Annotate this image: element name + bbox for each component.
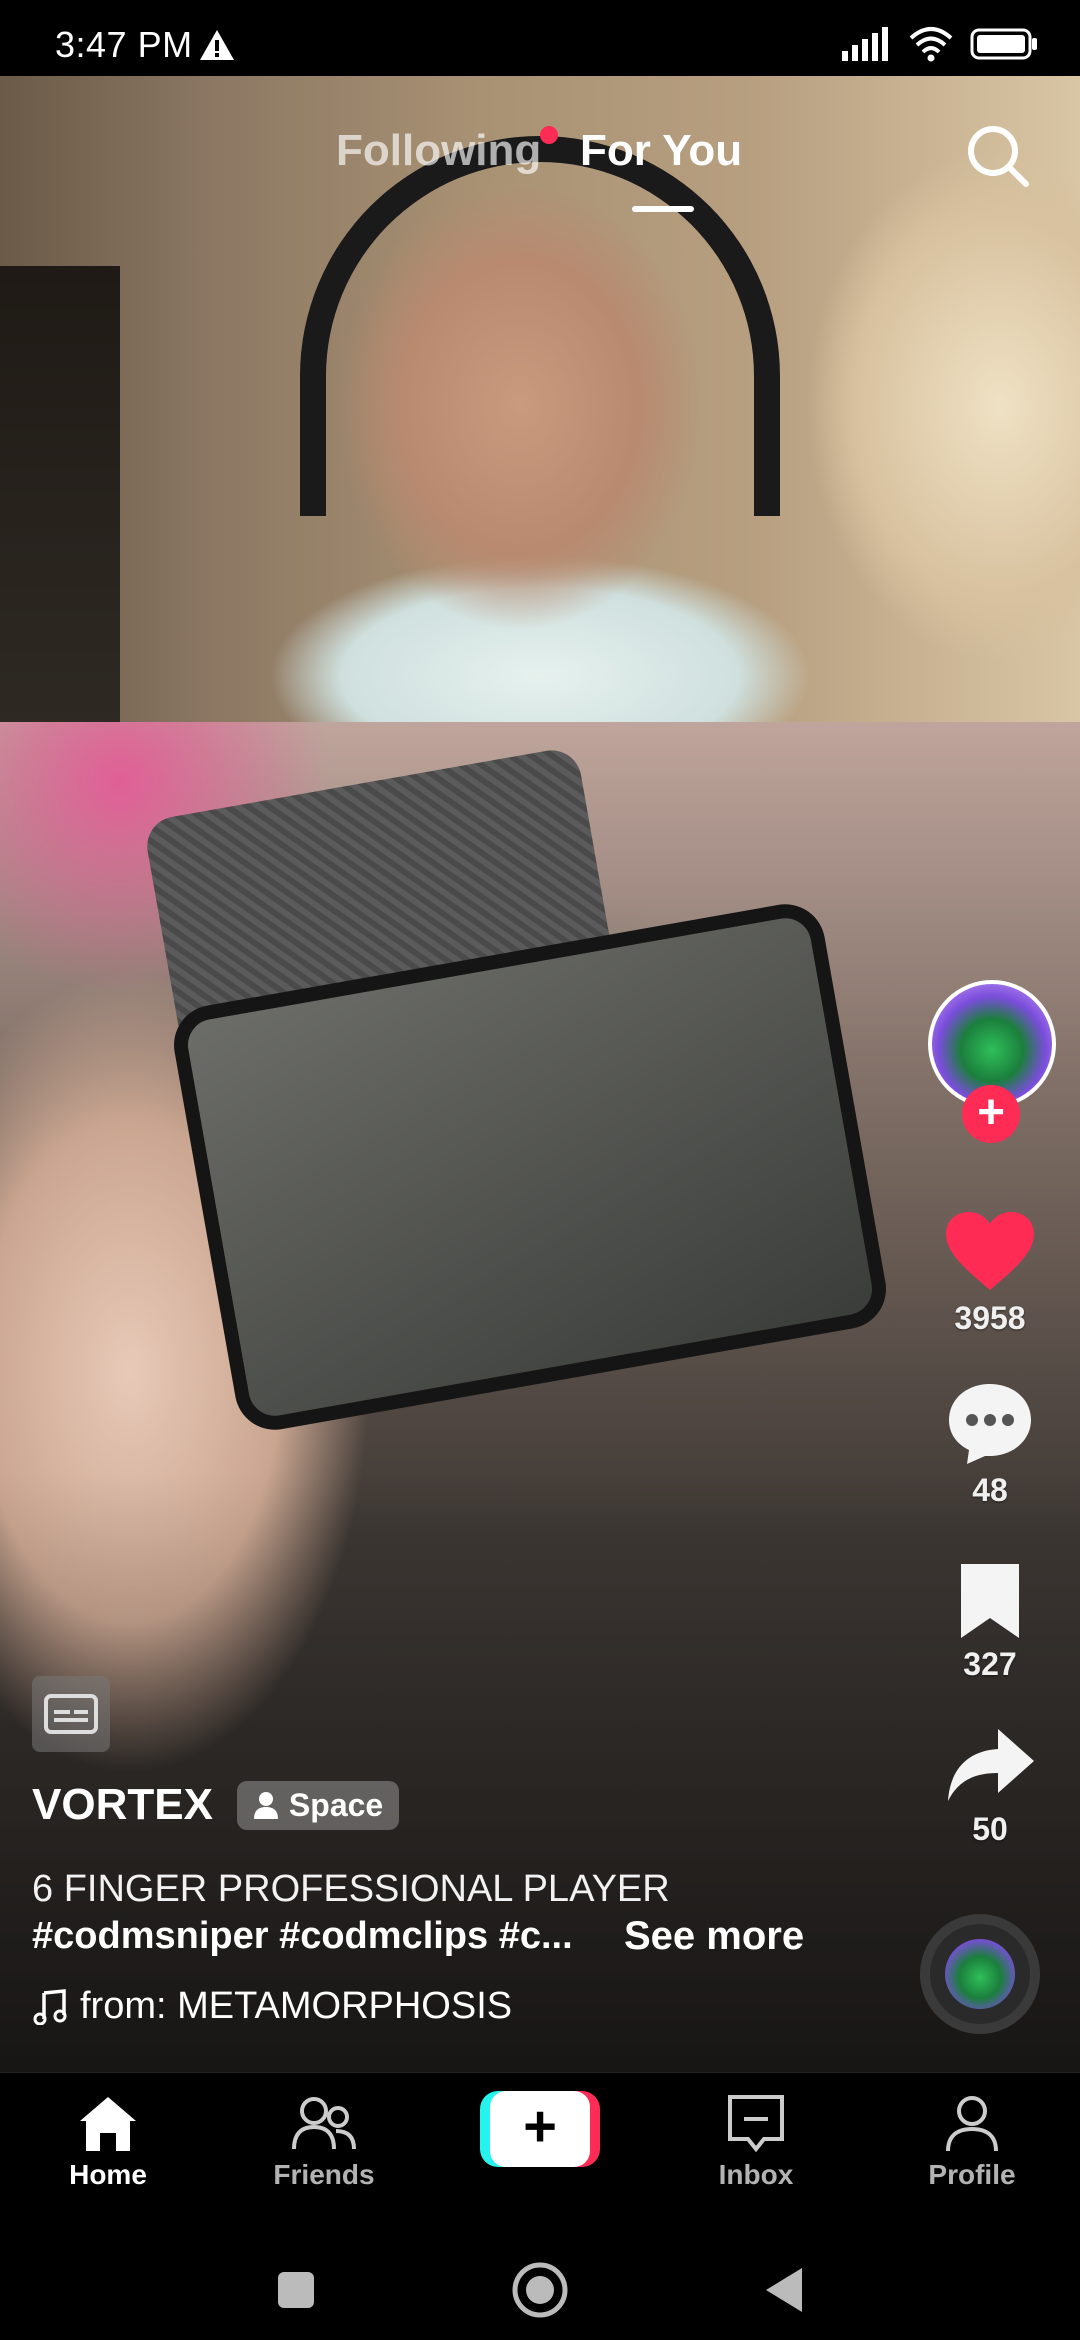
active-tab-indicator: [632, 206, 694, 212]
back-triangle-icon: [766, 2268, 802, 2312]
like-count: 3958: [954, 1300, 1026, 1336]
music-note-icon: [33, 1988, 67, 2025]
share-action[interactable]: 50: [900, 1725, 1080, 1848]
comment-action[interactable]: 48: [900, 1380, 1080, 1509]
back-button[interactable]: [744, 2250, 824, 2330]
tab-for-you[interactable]: For You: [580, 126, 742, 176]
comment-count: 48: [972, 1472, 1008, 1508]
search-icon[interactable]: [964, 122, 1032, 190]
status-bar: 3:47 PM: [0, 0, 1080, 76]
signal-icon: [842, 27, 888, 61]
create-button[interactable]: +: [480, 2091, 600, 2167]
warning-icon: [200, 30, 234, 60]
save-action[interactable]: 327: [900, 1560, 1080, 1683]
nav-home-label: Home: [69, 2159, 147, 2190]
status-icons: [840, 24, 1040, 64]
comment-icon: [949, 1384, 1031, 1464]
friends-icon: [292, 2097, 356, 2150]
nav-home[interactable]: Home: [18, 2093, 198, 2191]
following-notification-dot: [540, 126, 558, 144]
create-plus-icon: +: [490, 2091, 590, 2167]
username-row: VORTEX Space: [32, 1780, 882, 1830]
background-door: [0, 266, 120, 722]
post-caption: VORTEX Space 6 FINGER PROFESSIONAL PLAYE…: [32, 1780, 882, 2028]
system-nav-bar: [0, 2232, 1080, 2340]
nav-profile[interactable]: Profile: [882, 2093, 1062, 2191]
nav-friends[interactable]: Friends: [234, 2093, 414, 2191]
nav-friends-label: Friends: [273, 2159, 375, 2190]
captions-icon: [44, 1694, 98, 1734]
nav-inbox[interactable]: Inbox: [666, 2093, 846, 2191]
recents-icon: [278, 2272, 314, 2308]
follow-plus-button[interactable]: +: [962, 1085, 1020, 1143]
creator-username[interactable]: VORTEX: [32, 1780, 213, 1830]
see-more-link[interactable]: See more: [624, 1914, 804, 1959]
bookmark-icon: [961, 1564, 1019, 1638]
sound-row[interactable]: from: METAMORPHOSIS: [32, 1985, 532, 2028]
sound-name: from: METAMORPHOSIS: [80, 1985, 513, 2027]
heart-icon: [946, 1212, 1034, 1290]
nav-inbox-label: Inbox: [718, 2159, 794, 2190]
wifi-icon: [909, 27, 953, 62]
person-icon: [253, 1792, 278, 1819]
post-hashtags[interactable]: #codmsniper #codmclips #c...: [32, 1915, 592, 1958]
battery-icon: [970, 28, 1037, 60]
nav-profile-label: Profile: [928, 2159, 1016, 2190]
music-disc-artwork: [945, 1939, 1015, 2009]
profile-icon: [946, 2096, 998, 2152]
save-count: 327: [963, 1646, 1017, 1682]
like-action[interactable]: 3958: [900, 1210, 1080, 1337]
music-disc[interactable]: [920, 1914, 1040, 2034]
home-system-button[interactable]: [500, 2250, 580, 2330]
share-count: 50: [972, 1811, 1008, 1847]
tab-following[interactable]: Following: [336, 126, 541, 176]
status-time: 3:47 PM: [55, 24, 193, 65]
bottom-nav: Home Friends + Inbox Profile: [0, 2072, 1080, 2232]
share-icon: [948, 1729, 1034, 1801]
inbox-icon: [728, 2095, 784, 2153]
recents-button[interactable]: [256, 2250, 336, 2330]
space-badge[interactable]: Space: [236, 1780, 400, 1830]
feed-tabs: Following For You: [0, 126, 1080, 212]
creator-avatar-group: +: [928, 980, 1058, 1143]
space-badge-label: Space: [288, 1786, 384, 1823]
captions-button[interactable]: [32, 1676, 110, 1752]
home-circle-icon: [512, 2262, 568, 2318]
hashtags-row: #codmsniper #codmclips #c... See more: [32, 1914, 882, 1959]
post-description: 6 FINGER PROFESSIONAL PLAYER: [32, 1868, 670, 1910]
home-icon: [80, 2097, 136, 2151]
